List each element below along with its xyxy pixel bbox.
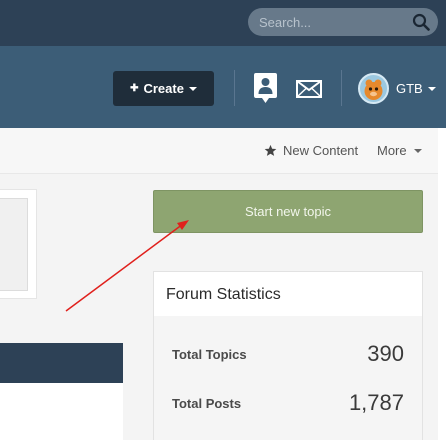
left-header-bar <box>0 343 123 383</box>
nav-divider <box>234 70 235 106</box>
profile-card-icon[interactable] <box>254 73 277 103</box>
star-icon <box>264 144 277 156</box>
chevron-down-icon <box>413 148 422 153</box>
user-avatar[interactable] <box>358 73 389 104</box>
forum-statistics-body: Total Topics 390 Total Posts 1,787 <box>154 316 422 440</box>
user-menu[interactable]: GTB <box>396 81 436 96</box>
total-topics-label: Total Topics <box>172 347 247 362</box>
top-bar <box>0 0 446 46</box>
search-input[interactable] <box>259 14 404 30</box>
chevron-down-icon <box>427 86 436 91</box>
chevron-down-icon <box>188 86 197 91</box>
user-name: GTB <box>396 81 423 96</box>
total-posts-label: Total Posts <box>172 396 242 411</box>
new-content-label: New Content <box>283 143 359 158</box>
search-icon[interactable] <box>412 13 430 31</box>
more-menu[interactable]: More <box>377 143 422 158</box>
start-new-topic-label: Start new topic <box>245 204 331 219</box>
total-posts-value: 1,787 <box>348 390 404 415</box>
forum-statistics-title: Forum Statistics <box>166 286 281 303</box>
search-box[interactable] <box>248 8 438 36</box>
forum-statistics-panel: Forum Statistics Total Topics 390 Total … <box>153 271 423 440</box>
nav-divider <box>341 70 342 106</box>
start-new-topic-button[interactable]: Start new topic <box>153 190 423 233</box>
left-content-panel <box>0 189 37 299</box>
total-topics-value: 390 <box>367 341 404 366</box>
create-button[interactable]: ✚ Create <box>113 71 214 106</box>
sub-navbar: New Content More <box>0 128 438 174</box>
new-content-link[interactable]: New Content <box>264 143 358 158</box>
left-content-box <box>0 198 28 291</box>
mail-icon[interactable] <box>296 80 322 98</box>
main-navbar: ✚ Create GTB <box>0 46 446 128</box>
plus-icon: ✚ <box>130 83 139 94</box>
content-area: Start new topic Forum Statistics Total T… <box>0 174 438 440</box>
left-content-body <box>0 383 123 440</box>
create-button-label: Create <box>143 81 184 96</box>
avatar-image <box>364 79 383 100</box>
more-label: More <box>377 143 407 158</box>
